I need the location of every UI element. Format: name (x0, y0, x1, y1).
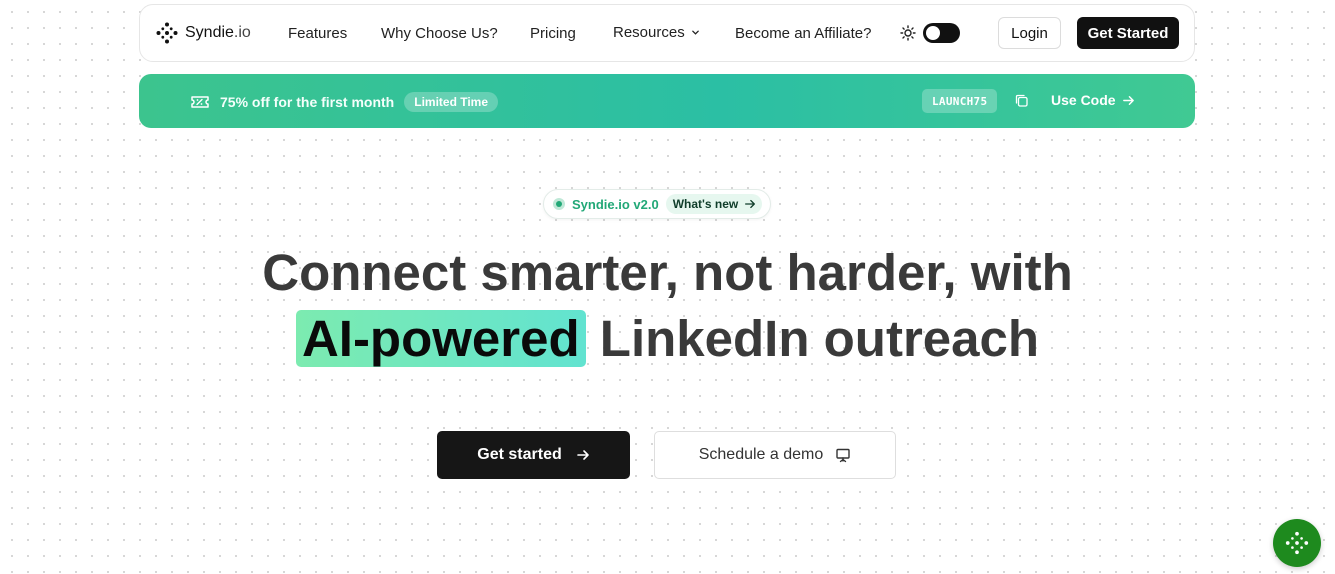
schedule-demo-button[interactable]: Schedule a demo (654, 431, 896, 479)
syndie-logo-icon (1285, 531, 1309, 555)
ticket-icon (191, 96, 209, 108)
toggle-knob (926, 26, 940, 40)
promo-text: 75% off for the first month (220, 94, 395, 110)
chevron-down-icon (691, 30, 699, 35)
promo-banner: 75% off for the first month Limited Time… (139, 74, 1195, 128)
whats-new-badge[interactable]: What's new (665, 194, 763, 214)
login-button[interactable]: Login (998, 17, 1061, 49)
floating-chat-button[interactable] (1273, 519, 1321, 567)
nav-link-resources[interactable]: Resources (613, 24, 700, 41)
copy-icon[interactable] (1014, 93, 1029, 108)
promo-message: 75% off for the first month Limited Time (190, 92, 499, 112)
arrow-right-icon (745, 199, 756, 209)
nav-link-features[interactable]: Features (288, 25, 347, 42)
nav-link-why-choose-us[interactable]: Why Choose Us? (381, 25, 498, 42)
brand-name: Syndie.io (185, 24, 251, 41)
version-label: Syndie.io v2.0 (572, 196, 659, 212)
schedule-demo-label: Schedule a demo (698, 446, 824, 463)
use-code-label: Use Code (1051, 92, 1116, 108)
hero-highlight: AI-powered (295, 310, 586, 367)
hero-line-1: Connect smarter, not harder, with (262, 244, 1073, 301)
dark-mode-toggle[interactable] (923, 23, 960, 43)
nav-resources-label: Resources (613, 24, 685, 41)
brand-logo[interactable]: Syndie.io (156, 22, 251, 44)
hero-get-started-label: Get started (477, 446, 562, 463)
nav-link-pricing[interactable]: Pricing (530, 25, 576, 42)
sun-icon[interactable] (900, 25, 916, 41)
arrow-right-icon (1122, 95, 1134, 105)
whats-new-label: What's new (672, 197, 739, 211)
nav-get-started-button[interactable]: Get Started (1077, 17, 1179, 49)
use-code-button[interactable]: Use Code (1051, 92, 1135, 108)
limited-time-badge: Limited Time (404, 92, 499, 112)
theme-switch (900, 23, 960, 43)
presentation-icon (836, 448, 850, 463)
hero-heading: Connect smarter, not harder, with AI-pow… (0, 240, 1335, 372)
top-navbar: Syndie.io Features Why Choose Us? Pricin… (139, 4, 1195, 62)
version-announcement-pill[interactable]: Syndie.io v2.0 What's new (543, 189, 772, 219)
arrow-right-icon (576, 450, 589, 460)
hero-get-started-button[interactable]: Get started (437, 431, 630, 479)
nav-link-affiliate[interactable]: Become an Affiliate? (735, 25, 871, 42)
syndie-logo-icon (156, 22, 178, 44)
promo-code: LAUNCH75 (922, 89, 998, 113)
status-dot-icon (553, 198, 565, 210)
hero-line-2: LinkedIn outreach (585, 310, 1040, 367)
